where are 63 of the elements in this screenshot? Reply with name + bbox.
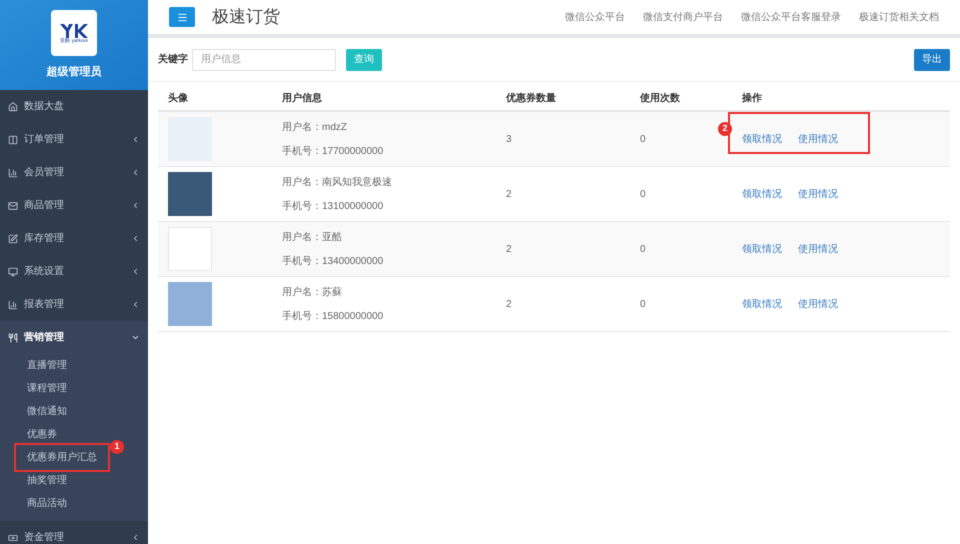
number-badge: 2 <box>718 122 732 136</box>
chevron-left-icon <box>131 201 140 210</box>
sidebar-item[interactable]: 资金管理 <box>0 521 148 544</box>
usage-count: 0 <box>640 242 647 256</box>
user-phone: 手机号：13100000000 <box>282 200 384 214</box>
chevron-left-icon <box>131 267 140 276</box>
page-title: 极速订货 <box>212 6 280 28</box>
sidebar-item[interactable]: 商品管理 <box>0 189 148 222</box>
chevron-down-icon <box>131 333 140 342</box>
user-name: 用户名：苏蘇 <box>282 286 343 300</box>
logo-mark-icon <box>59 22 89 38</box>
user-name: 用户名：南风知我意极速 <box>282 176 393 190</box>
header-link[interactable]: 微信公众平台 <box>565 10 625 24</box>
sidebar-item[interactable]: 订单管理 <box>0 123 148 156</box>
usage-count: 0 <box>640 188 647 202</box>
action-link[interactable]: 领取情况 <box>742 296 782 312</box>
sidebar-item[interactable]: 库存管理 <box>0 222 148 255</box>
action-link[interactable]: 使用情况 <box>798 132 838 146</box>
usage-count: 0 <box>640 132 647 146</box>
search-field[interactable]: 用户信息 <box>192 48 336 70</box>
chevron-left-icon <box>131 168 140 177</box>
action-link[interactable]: 使用情况 <box>798 186 838 202</box>
coupon-count: 2 <box>506 188 513 202</box>
column-header: 头像 <box>168 92 189 106</box>
menu-button[interactable] <box>169 7 195 27</box>
column-header: 优惠券数量 <box>506 92 557 106</box>
action-link[interactable]: 使用情况 <box>798 242 838 256</box>
column-header: 使用次数 <box>640 92 681 106</box>
sidebar-item[interactable]: 系统设置 <box>0 255 148 288</box>
user-name: 用户名：mdzZ <box>282 120 348 134</box>
header-link[interactable]: 极速订货相关文档 <box>859 10 939 24</box>
action-link[interactable]: 领取情况 <box>742 242 782 256</box>
sidebar-item[interactable]: 会员管理 <box>0 156 148 189</box>
user-phone: 手机号：13400000000 <box>282 254 384 268</box>
avatar-placeholder <box>168 282 212 326</box>
column-header: 用户信息 <box>282 91 323 106</box>
chevron-left-icon <box>131 533 140 542</box>
usage-count: 0 <box>640 298 647 312</box>
avatar-placeholder <box>168 227 212 271</box>
sidebar-item[interactable]: 营销管理 <box>0 321 148 354</box>
chevron-left-icon <box>131 300 140 309</box>
coupon-count: 2 <box>506 298 513 312</box>
column-header: 操作 <box>742 92 763 106</box>
export-button[interactable]: 导出 <box>914 48 950 70</box>
user-phone: 手机号：17700000000 <box>282 144 384 158</box>
chevron-left-icon <box>131 234 140 243</box>
sidebar-item[interactable]: 报表管理 <box>0 288 148 321</box>
action-link[interactable]: 领取情况 <box>742 132 782 146</box>
user-role: 超级管理员 <box>46 64 102 80</box>
sidebar-item[interactable]: 数据大盘 <box>0 90 148 123</box>
coupon-count: 3 <box>506 132 513 146</box>
user-name: 用户名：亚酷 <box>282 230 343 244</box>
avatar-placeholder <box>168 172 212 216</box>
header-link[interactable]: 微信支付商户平台 <box>643 10 723 24</box>
submenu-item[interactable]: 优惠券用户汇总 <box>14 443 110 472</box>
number-badge: 1 <box>110 440 124 454</box>
chevron-left-icon <box>131 135 140 144</box>
user-phone: 手机号：15800000000 <box>282 310 384 324</box>
coupon-count: 2 <box>506 242 513 256</box>
action-link[interactable]: 使用情况 <box>798 296 838 312</box>
header-link[interactable]: 微信公众平台客服登录 <box>741 10 841 24</box>
keyword-label: 关键字 <box>158 52 188 67</box>
action-link[interactable]: 领取情况 <box>742 186 782 202</box>
